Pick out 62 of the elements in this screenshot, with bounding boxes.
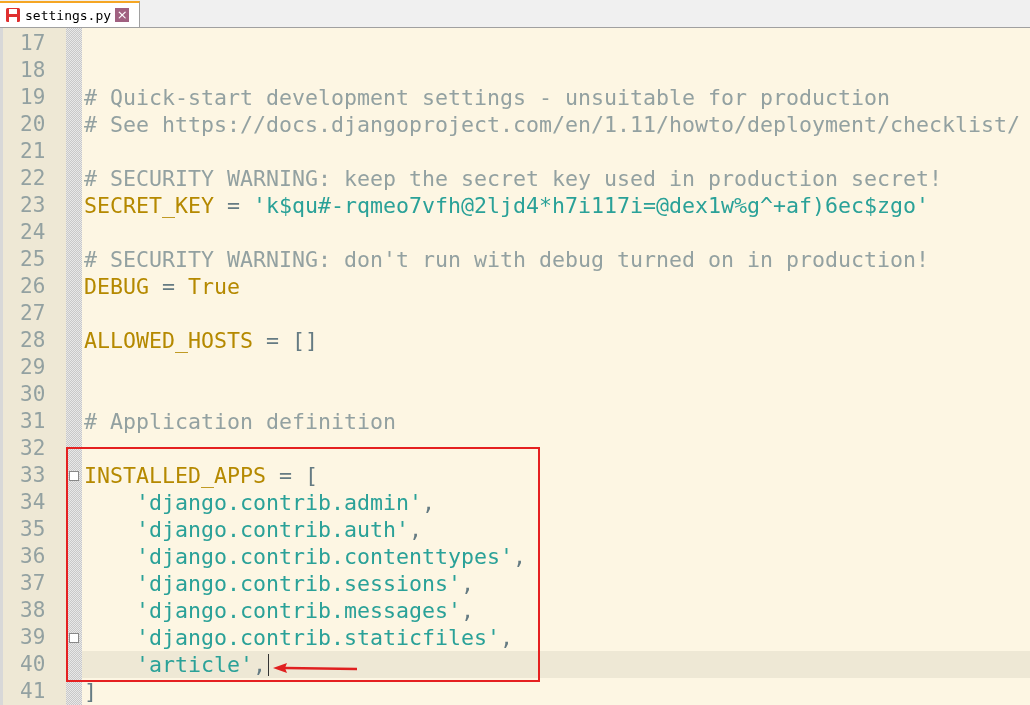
line-number: 20 [19, 111, 47, 138]
code-token: , [422, 489, 436, 516]
code-token: # SECURITY WARNING: keep the secret key used in production secret! [84, 165, 943, 192]
line-number: 19 [19, 84, 47, 111]
line-number: 40 [19, 651, 47, 678]
line-number: 27 [19, 300, 47, 327]
fold-toggle[interactable] [69, 632, 79, 643]
code-token: , [253, 651, 267, 678]
code-token: 'article' [135, 651, 253, 678]
line-number: 36 [19, 543, 47, 570]
line-number: 17 [19, 30, 47, 57]
code-token: = [] [265, 327, 319, 354]
line-number: 24 [19, 219, 47, 246]
code-token: # Application definition [84, 408, 396, 435]
code-token: 'django.contrib.auth' [135, 516, 409, 543]
line-number: 21 [19, 138, 47, 165]
arrow-icon [273, 662, 359, 674]
line-number: 37 [19, 570, 47, 597]
code-token: 'django.contrib.messages' [135, 597, 461, 624]
line-number: 34 [19, 489, 47, 516]
line-number: 29 [19, 354, 47, 381]
line-number: 26 [19, 273, 47, 300]
code-token: , [461, 597, 475, 624]
line-number: 23 [19, 192, 47, 219]
code-token: DEBUG [84, 273, 149, 300]
code-token: # Quick-start development settings - unsuitable for production [84, 84, 891, 111]
line-number: 31 [19, 408, 47, 435]
code-token: # See https://docs.djangoproject.com/en/1.11/howto/deployment/checklist/ [84, 111, 1021, 138]
code-token: 'k$qu#-rqmeo7vfh@2ljd4*h7i117i=@dex1w%g^+af)6ec$zgo' [253, 192, 930, 219]
line-number: 38 [19, 597, 47, 624]
tab-label: settings.py [25, 7, 112, 23]
code-token: , [461, 570, 475, 597]
code-token: 'django.contrib.sessions' [135, 570, 461, 597]
code-token: , [513, 543, 527, 570]
code-token: True [188, 273, 241, 300]
code-token: = [161, 273, 177, 300]
line-number: 25 [19, 246, 47, 273]
line-number: 41 [19, 678, 47, 705]
code-token: 'django.contrib.admin' [135, 489, 422, 516]
line-number: 33 [19, 462, 47, 489]
line-number: 35 [19, 516, 47, 543]
text-cursor [268, 653, 270, 676]
code-token: = [ [278, 462, 319, 489]
code-token: , [500, 624, 514, 651]
close-button[interactable]: × [115, 8, 130, 22]
line-number: 39 [19, 624, 47, 651]
line-number: 18 [19, 57, 47, 84]
code-token: ALLOWED_HOSTS [84, 327, 253, 354]
file-tab[interactable]: settings.py × [0, 1, 140, 27]
code-token: ] [84, 678, 97, 705]
line-number: 30 [19, 381, 47, 408]
code-token: = [226, 192, 242, 219]
fold-toggle[interactable] [69, 470, 79, 481]
code-token: INSTALLED_APPS [84, 462, 266, 489]
line-number: 28 [19, 327, 47, 354]
code-token: # SECURITY WARNING: don't run with debug turned on in production! [84, 246, 930, 273]
code-token: SECRET_KEY [84, 192, 214, 219]
code-token: , [409, 516, 423, 543]
line-number: 32 [19, 435, 47, 462]
line-number: 22 [19, 165, 47, 192]
code-token: 'django.contrib.contenttypes' [135, 543, 514, 570]
code-token: 'django.contrib.staticfiles' [135, 624, 501, 651]
